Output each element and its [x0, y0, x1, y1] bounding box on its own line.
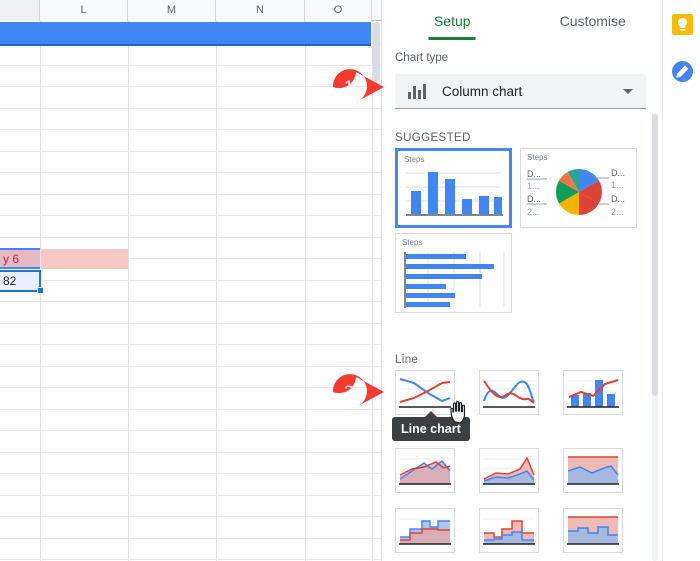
grid-column-line: [216, 21, 217, 561]
grid-row-line: [0, 86, 381, 87]
grid-row-line: [0, 344, 381, 345]
column-header-l[interactable]: L: [40, 0, 128, 21]
svg-text:1...: 1...: [527, 181, 540, 191]
line-heading: Line: [395, 354, 419, 366]
selected-row-highlight: [0, 22, 371, 44]
thumb-stacked-area-chart[interactable]: [479, 448, 539, 493]
value-cell[interactable]: 82: [0, 270, 41, 292]
tab-setup[interactable]: Setup: [382, 0, 523, 40]
thumb-100-stacked-area-chart[interactable]: [563, 448, 623, 493]
selected-row-edge: [0, 44, 371, 46]
column-header-m[interactable]: M: [128, 0, 216, 21]
day-label-cell[interactable]: y 6: [0, 248, 40, 269]
hand-cursor-icon: [450, 400, 466, 424]
svg-text:1...: 1...: [611, 180, 624, 190]
thumb-pie-chart[interactable]: Steps D... 1... D... 2... D... 1... D...: [520, 148, 637, 228]
grid-column-line: [128, 21, 129, 561]
thumb-combo-chart-graphic: [567, 379, 619, 408]
thumb-area-chart-graphic: [399, 458, 451, 485]
thumb-combo-chart[interactable]: [563, 370, 623, 415]
grid-row-line: [0, 215, 381, 216]
grid-corner-cell[interactable]: [0, 0, 40, 21]
spreadsheet-grid[interactable]: LMNO y 6 82: [0, 0, 381, 561]
svg-text:2...: 2...: [611, 207, 624, 217]
svg-text:D...: D...: [611, 194, 625, 204]
thumb-stepped-area-chart-graphic: [399, 518, 451, 545]
grid-row-line: [0, 495, 381, 496]
suggested-heading: SUGGESTED: [395, 132, 471, 144]
grid-row-line: [0, 108, 381, 109]
thumb-column-chart-title: Steps: [404, 155, 425, 164]
callout-1-number: 1: [344, 77, 354, 96]
grid-row-line: [0, 473, 381, 474]
chevron-down-icon[interactable]: [623, 88, 633, 94]
thumb-stepped-area-chart[interactable]: [395, 508, 455, 553]
grid-row-line: [0, 129, 381, 130]
panel-scrollbar-thumb[interactable]: [652, 114, 658, 396]
thumb-stacked-stepped-area-chart[interactable]: [479, 508, 539, 553]
grid-column-line: [305, 21, 306, 561]
side-rail: [662, 0, 700, 561]
chart-type-dropdown[interactable]: Column chart: [395, 74, 646, 109]
thumb-100-stacked-stepped-area-chart[interactable]: [563, 508, 623, 553]
tab-customise-label: Customise: [559, 13, 626, 29]
grid-row-line: [0, 387, 381, 388]
thumb-smooth-line-chart-graphic: [483, 380, 535, 408]
grid-row-line: [0, 194, 381, 195]
callout-marker-2: 2: [330, 373, 386, 411]
grid-row-line: [0, 301, 381, 302]
grid-row-line: [0, 430, 381, 431]
thumb-column-chart[interactable]: Steps: [395, 148, 512, 228]
grid-row-line: [0, 538, 381, 539]
grid-row-line: [0, 323, 381, 324]
thumb-stacked-stepped-area-chart-graphic: [483, 518, 535, 545]
grid-row-line: [0, 366, 381, 367]
svg-text:2...: 2...: [527, 207, 540, 217]
grid-row-line: [0, 452, 381, 453]
chart-type-value: Column chart: [442, 83, 523, 99]
highlighted-cell[interactable]: [41, 249, 128, 269]
svg-text:D...: D...: [611, 168, 625, 178]
grid-row-line: [0, 559, 381, 560]
thumb-100-stacked-area-chart-graphic: [567, 456, 619, 485]
thumb-line-chart[interactable]: [395, 370, 455, 415]
chart-editor-panel: Setup Customise Chart type Column chart …: [381, 0, 662, 561]
svg-text:D...: D...: [527, 194, 541, 204]
thumb-smooth-line-chart[interactable]: [479, 370, 539, 415]
thumb-pie-chart-title: Steps: [527, 153, 548, 162]
thumb-line-chart-graphic: [399, 378, 451, 408]
fill-handle[interactable]: [37, 287, 44, 294]
panel-tabs: Setup Customise: [382, 0, 663, 40]
grid-row-line: [0, 516, 381, 517]
grid-row-line: [0, 237, 381, 238]
column-header-n[interactable]: N: [216, 0, 305, 21]
grid-row-line: [0, 65, 381, 66]
chart-type-label: Chart type: [395, 52, 449, 64]
thumb-area-chart[interactable]: [395, 448, 455, 493]
thumb-bar-chart-title: Steps: [402, 238, 423, 247]
thumb-stacked-area-chart-graphic: [483, 456, 535, 485]
grid-row-line: [0, 172, 381, 173]
thumb-bar-chart[interactable]: Steps: [395, 233, 512, 313]
grid-row-line: [0, 409, 381, 410]
chart-editor-screen: LMNO y 6 82 Setup Customise Chart type C…: [0, 0, 700, 561]
google-tasks-icon[interactable]: [672, 61, 693, 82]
svg-text:D...: D...: [527, 169, 541, 179]
callout-marker-1: 1: [330, 68, 386, 106]
grid-row-line: [0, 280, 381, 281]
tab-setup-label: Setup: [433, 13, 471, 29]
tab-customise[interactable]: Customise: [523, 0, 664, 40]
column-header-o[interactable]: O: [305, 0, 372, 21]
column-chart-icon: [408, 83, 430, 99]
thumb-100-stacked-stepped-area-chart-graphic: [567, 516, 619, 545]
grid-row-line: [0, 151, 381, 152]
google-keep-icon[interactable]: [672, 14, 693, 35]
callout-2-number: 2: [344, 382, 354, 401]
